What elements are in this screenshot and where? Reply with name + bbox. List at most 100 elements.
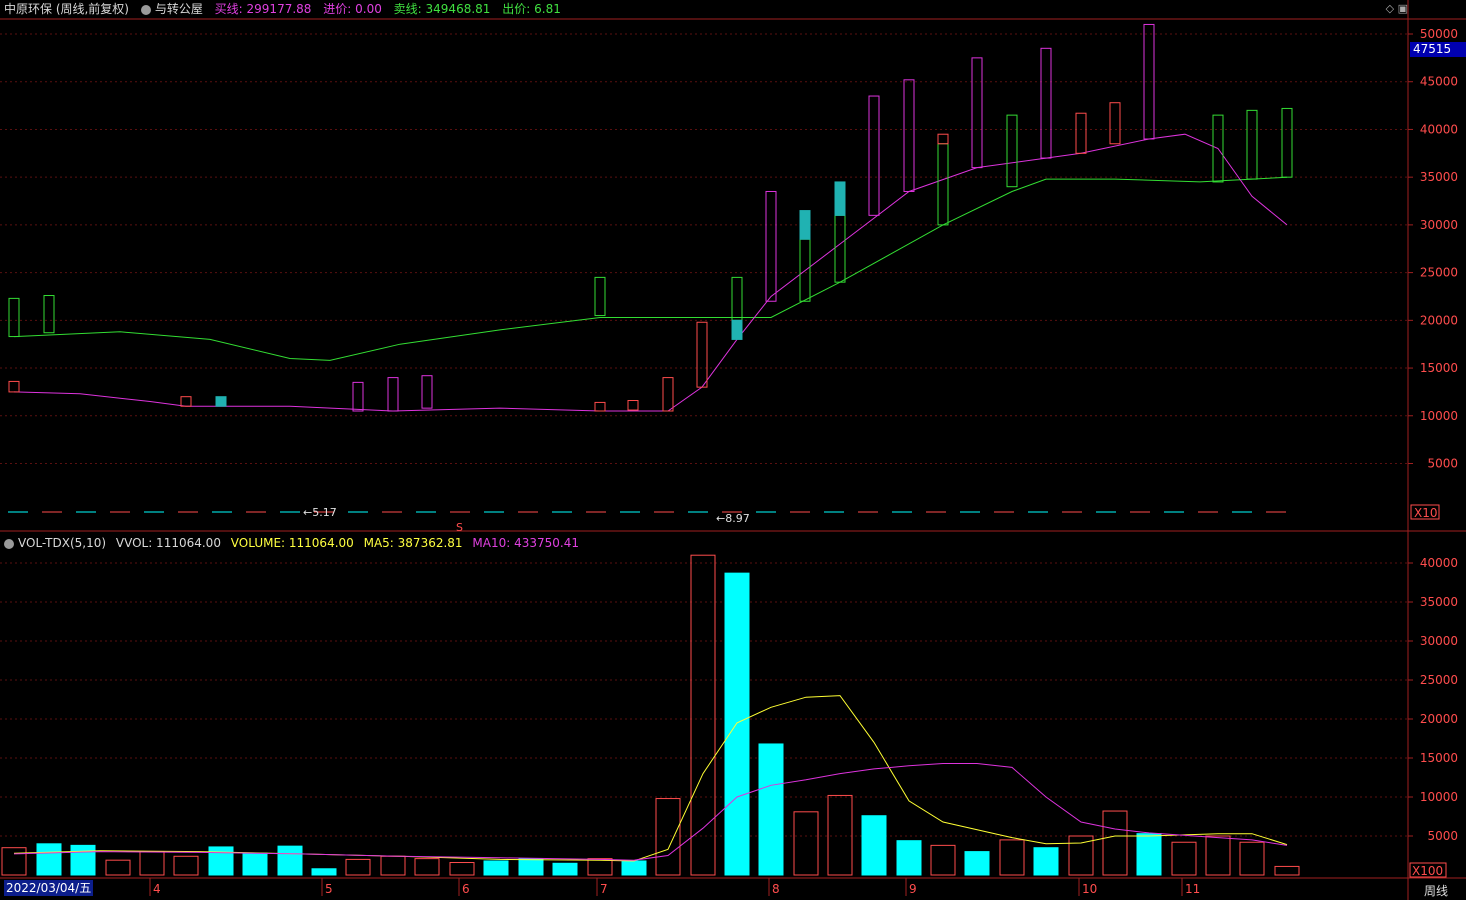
volume-bar (999, 839, 1025, 876)
price-tick-label: 40000 (1420, 122, 1458, 136)
volume-bar (724, 572, 750, 876)
volume-bar (964, 851, 990, 876)
price-bar (937, 143, 949, 226)
volume-bar (1205, 835, 1231, 876)
volume-bar (414, 858, 440, 876)
price-bar (627, 400, 639, 411)
price-bar (903, 79, 915, 192)
price-annotation: ←8.97 (716, 512, 750, 525)
price-bar (1006, 114, 1018, 188)
volume-bar (655, 798, 681, 876)
chart-canvas: 5000 10000 15000 20000 25000 30000 35000 40000 4… (0, 0, 1466, 900)
volume-tick-label: 15000 (1420, 751, 1458, 765)
price-bar (731, 319, 743, 340)
volume-bar (105, 859, 131, 876)
price-bar (696, 321, 708, 388)
ma5-value: MA5: 387362.81 (363, 536, 463, 550)
indicator-toggle-icon[interactable] (140, 4, 151, 15)
stock-title[interactable]: 中原环保 (周线,前复权) (4, 2, 129, 16)
current-price-badge: 47515 (1410, 42, 1466, 57)
volume-bar (208, 846, 234, 876)
price-tick-label: 45000 (1420, 75, 1458, 89)
volume-bar (277, 845, 303, 876)
volume-tick-label: 10000 (1420, 790, 1458, 804)
volume-bar (449, 862, 475, 876)
price-bar (8, 380, 20, 393)
volume-bar (1068, 835, 1094, 876)
price-bar (594, 276, 606, 317)
volume-bar (552, 862, 578, 876)
volume-indicator[interactable]: VOL-TDX(5,10) (4, 536, 106, 550)
price-tick-label: 15000 (1420, 361, 1458, 375)
x-axis-label: 8 (772, 882, 780, 896)
price-bar (1040, 47, 1052, 159)
price-bar (937, 133, 949, 145)
x-axis-label: 10 (1082, 882, 1097, 896)
volume-bar (1, 847, 27, 876)
x-axis-label: 6 (462, 882, 470, 896)
price-tick-label: 35000 (1420, 170, 1458, 184)
price-tick-label: 5000 (1427, 457, 1458, 471)
exit-price: 出价: 6.81 (502, 2, 561, 16)
volume-bar (690, 554, 716, 876)
volume-bar (311, 868, 337, 876)
price-bar (971, 57, 983, 169)
price-bar (1281, 107, 1293, 178)
price-tick-label: 50000 (1420, 27, 1458, 41)
volume-bar (345, 858, 371, 876)
volume-bar (758, 743, 784, 876)
volume-bar (483, 860, 509, 876)
volume-bar (930, 844, 956, 876)
price-bar (1075, 112, 1087, 154)
diamond-icon[interactable]: ◇ (1386, 2, 1394, 15)
period-button[interactable]: 周线 (1424, 882, 1448, 899)
price-bar (731, 276, 743, 321)
transfer-label[interactable]: 与转公屋 (140, 2, 203, 16)
price-bar (180, 396, 192, 407)
volume-bar (896, 840, 922, 876)
volume-bar (380, 855, 406, 876)
buy-line: 买线: 299177.88 (214, 2, 312, 16)
volume-bar (1033, 847, 1059, 876)
price-tick-label: 20000 (1420, 313, 1458, 327)
price-tick-label: 10000 (1420, 409, 1458, 423)
volume-value: VOLUME: 111064.00 (230, 536, 354, 550)
price-scale-label: X10 (1414, 506, 1438, 520)
volume-bar (861, 815, 887, 876)
volume-bar (242, 852, 268, 876)
volume-scale-label: X100 (1412, 864, 1443, 878)
price-ma-line (13, 176, 1288, 361)
price-bar (834, 181, 846, 216)
price-bar (387, 377, 399, 412)
volume-bar (70, 844, 96, 876)
volume-bar (1239, 841, 1265, 876)
indicator-toggle-icon[interactable] (4, 538, 14, 549)
price-bar (352, 381, 364, 412)
volume-legend: VOL-TDX(5,10) VVOL: 111064.00 VOLUME: 11… (4, 535, 585, 551)
volume-bar (587, 858, 613, 876)
volume-tick-label: 20000 (1420, 712, 1458, 726)
x-axis-label: 11 (1185, 882, 1200, 896)
price-bar (1109, 102, 1121, 145)
price-bar (421, 375, 433, 409)
volume-bar (518, 858, 544, 876)
volume-bar (139, 851, 165, 876)
volume-bar (793, 811, 819, 876)
entry-price: 进价: 0.00 (323, 2, 382, 16)
volume-ma10-line (13, 763, 1288, 861)
price-bar (215, 396, 227, 407)
ma10-value: MA10: 433750.41 (472, 536, 579, 550)
price-bar (868, 95, 880, 216)
price-bar (662, 377, 674, 412)
x-axis-label: 7 (600, 882, 608, 896)
x-axis-label: 5 (325, 882, 333, 896)
restore-icon[interactable]: ▣ (1398, 2, 1408, 15)
x-axis-label: 9 (909, 882, 917, 896)
volume-bar (1136, 833, 1162, 876)
price-legend: 中原环保 (周线,前复权) 与转公屋 买线: 299177.88 进价: 0.0… (4, 1, 569, 17)
price-tick-label: 25000 (1420, 266, 1458, 280)
price-bar (43, 295, 55, 334)
price-bar (594, 401, 606, 412)
signal-marker: S (456, 521, 463, 534)
volume-tick-label: 35000 (1420, 595, 1458, 609)
